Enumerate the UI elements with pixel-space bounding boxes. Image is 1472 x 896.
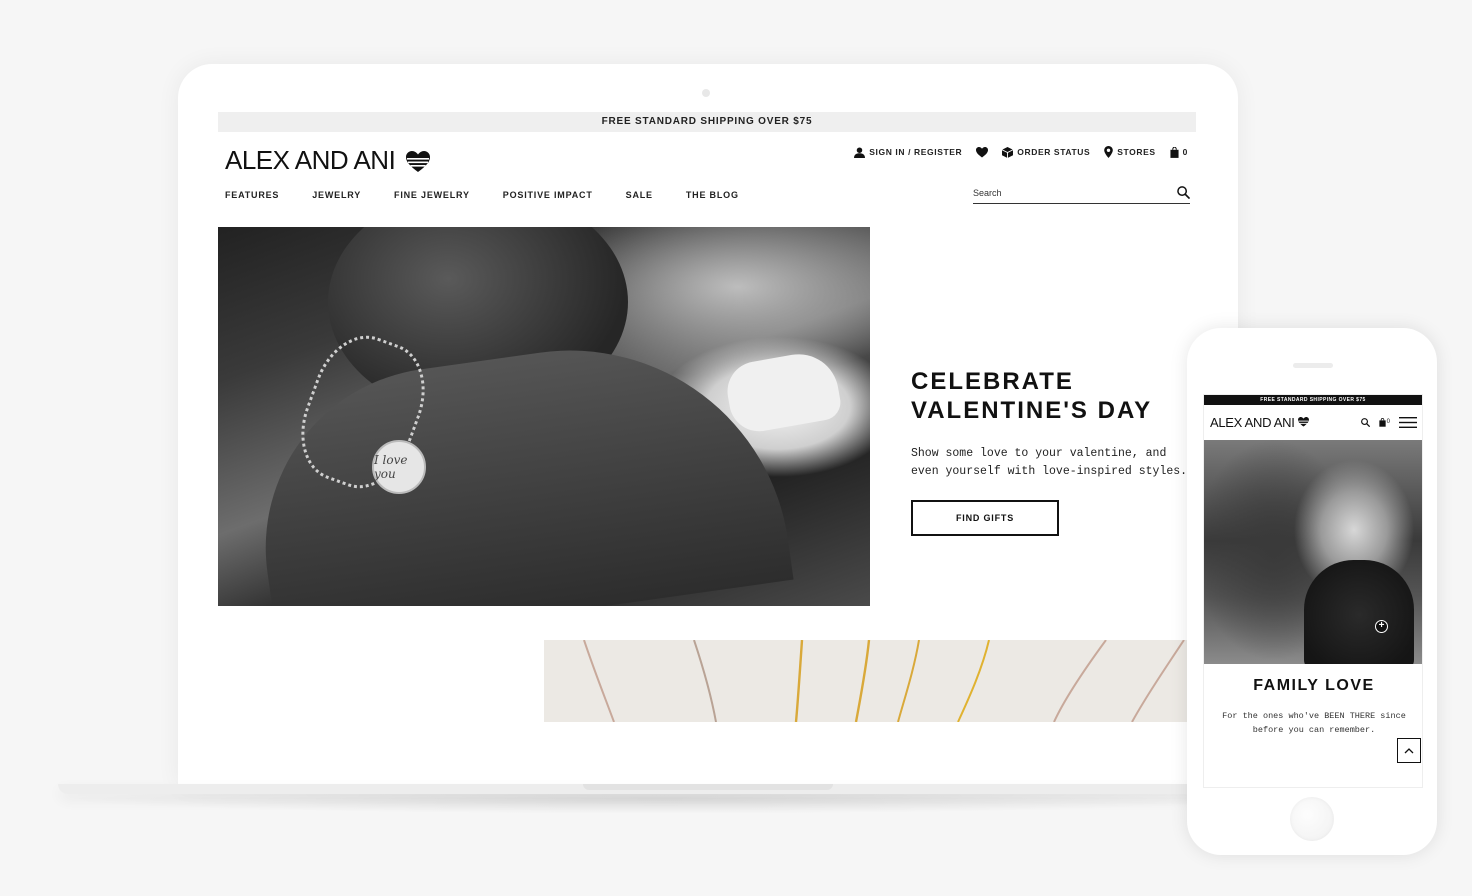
mobile-hero-image[interactable]: +: [1204, 440, 1422, 664]
cart-count: 0: [1182, 147, 1188, 157]
chains-illustration: [583, 640, 1185, 722]
mobile-logo[interactable]: ALEX AND ANI: [1210, 415, 1309, 430]
phone-home-button: [1290, 797, 1334, 841]
laptop-base-notch: [583, 784, 833, 790]
main-nav: FEATURES JEWELRY FINE JEWELRY POSITIVE I…: [225, 190, 739, 200]
user-icon: [854, 146, 866, 158]
mobile-hero-figure: [1304, 560, 1414, 664]
mobile-logo-text: ALEX AND ANI: [1210, 414, 1295, 430]
phone-speaker: [1293, 363, 1333, 368]
nav-item-positive-impact[interactable]: POSITIVE IMPACT: [503, 190, 593, 200]
mobile-cart-count: 0: [1386, 419, 1390, 425]
location-pin-icon: [1104, 146, 1114, 158]
nav-item-the-blog[interactable]: THE BLOG: [686, 190, 739, 200]
shopping-bag-icon: [1170, 146, 1179, 158]
logo-text: ALEX AND ANI: [225, 145, 396, 175]
box-icon: [1002, 146, 1014, 158]
chains-banner[interactable]: [544, 640, 1194, 722]
search-icon[interactable]: [1177, 186, 1190, 199]
desktop-site: FREE STANDARD SHIPPING OVER $75 ALEX AND…: [218, 112, 1196, 752]
mobile-hero-description: For the ones who've BEEN THERE since bef…: [1222, 711, 1406, 735]
hero-title: CELEBRATE VALENTINE'S DAY: [911, 368, 1153, 424]
search-icon[interactable]: [1360, 417, 1370, 427]
sign-in-link[interactable]: SIGN IN / REGISTER: [854, 146, 963, 158]
shopping-bag-icon: [1379, 417, 1386, 427]
hero-image-charm: I love you: [372, 440, 426, 494]
cart-link[interactable]: 0: [1170, 146, 1188, 158]
order-status-label: ORDER STATUS: [1017, 147, 1091, 157]
mobile-promo-bar[interactable]: FREE STANDARD SHIPPING OVER $75: [1204, 395, 1422, 405]
search-input[interactable]: [973, 187, 1153, 198]
hero-description: Show some love to your valentine, and ev…: [911, 447, 1188, 478]
heart-icon: [976, 146, 989, 157]
site-logo[interactable]: ALEX AND ANI: [225, 145, 431, 176]
nav-item-sale[interactable]: SALE: [626, 190, 653, 200]
heart-flag-icon: [1297, 416, 1309, 427]
charm-engraving: I love you: [374, 453, 408, 481]
hero-image[interactable]: I love you: [218, 227, 870, 606]
nav-item-jewelry[interactable]: JEWELRY: [312, 190, 361, 200]
mobile-hero-title: FAMILY LOVE: [1253, 677, 1375, 694]
phone-frame: FREE STANDARD SHIPPING OVER $75 ALEX AND…: [1187, 328, 1437, 855]
hero-image-mirror: [722, 347, 844, 437]
mobile-header-icons: 0: [1360, 416, 1417, 428]
search-bar: [973, 182, 1190, 204]
nav-item-features[interactable]: FEATURES: [225, 190, 279, 200]
find-gifts-button[interactable]: FIND GIFTS: [911, 500, 1059, 536]
utility-bar: SIGN IN / REGISTER ORDER STATUS STORES 0: [854, 146, 1188, 158]
promo-bar[interactable]: FREE STANDARD SHIPPING OVER $75: [218, 112, 1196, 132]
order-status-link[interactable]: ORDER STATUS: [1002, 146, 1091, 158]
back-to-top-button[interactable]: [1397, 738, 1421, 763]
heart-flag-icon: [406, 151, 431, 173]
laptop-camera: [702, 89, 710, 97]
stores-label: STORES: [1117, 147, 1156, 157]
hamburger-menu-icon[interactable]: [1399, 416, 1417, 428]
mobile-site: FREE STANDARD SHIPPING OVER $75 ALEX AND…: [1203, 394, 1423, 788]
chevron-up-icon: [1404, 748, 1414, 754]
wishlist-link[interactable]: [976, 146, 989, 158]
nav-item-fine-jewelry[interactable]: FINE JEWELRY: [394, 190, 470, 200]
plus-icon[interactable]: +: [1375, 620, 1388, 633]
mobile-header: ALEX AND ANI 0: [1204, 405, 1422, 439]
mobile-cart-link[interactable]: 0: [1379, 417, 1390, 427]
sign-in-label: SIGN IN / REGISTER: [869, 147, 963, 157]
stores-link[interactable]: STORES: [1104, 146, 1155, 158]
hero-copy: CELEBRATE VALENTINE'S DAY Show some love…: [911, 367, 1191, 536]
